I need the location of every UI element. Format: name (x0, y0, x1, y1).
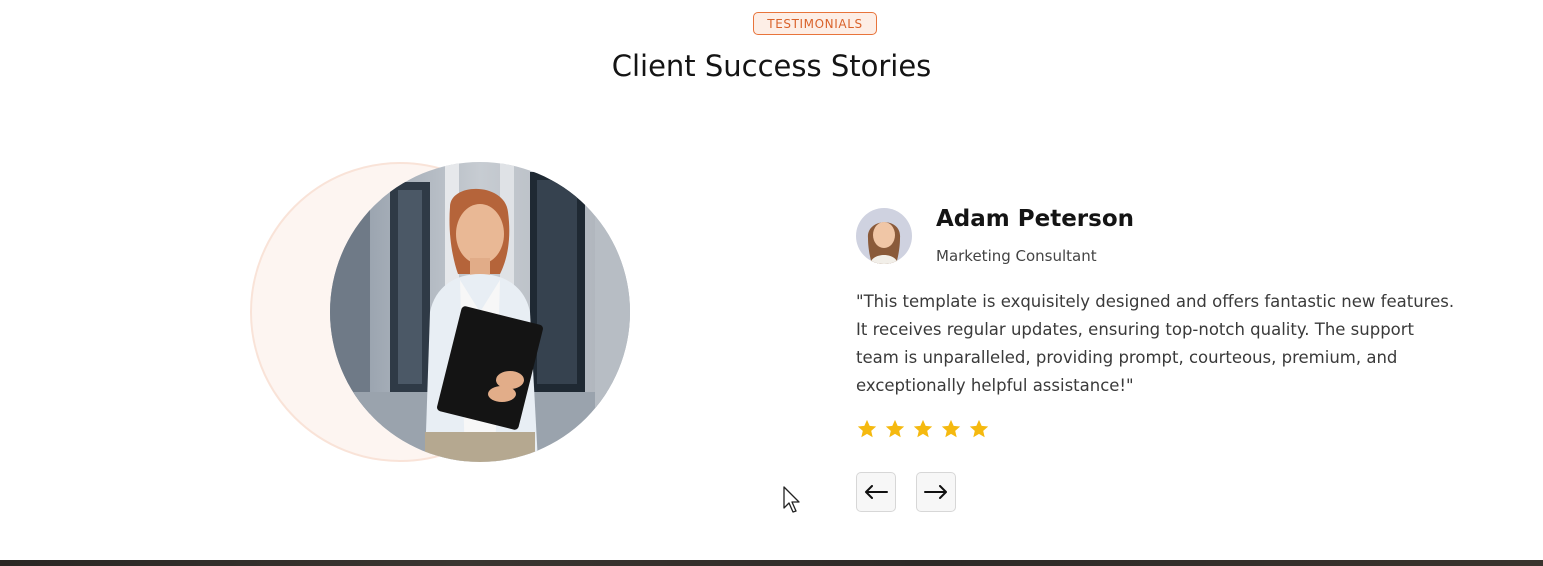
section-title: Client Success Stories (611, 49, 932, 83)
arrow-left-icon (865, 485, 888, 499)
star-icon (857, 419, 877, 438)
testimonial-quote: "This template is exquisitely designed a… (856, 292, 1455, 395)
reviewer-name: Adam Peterson (936, 206, 1135, 232)
reviewer-role: Marketing Consultant (936, 247, 1097, 265)
next-button[interactable] (916, 472, 956, 512)
previous-button[interactable] (856, 472, 896, 512)
star-icon (913, 419, 933, 438)
section-badge: TESTIMONIALS (753, 12, 877, 35)
next-section-edge (0, 560, 1543, 566)
star-rating (856, 418, 990, 440)
mouse-cursor-icon (783, 486, 800, 513)
star-icon (885, 419, 905, 438)
arrow-right-icon (924, 485, 947, 499)
testimonials-section: TESTIMONIALS Client Success Stories Adam… (0, 0, 1543, 566)
star-icon (941, 419, 961, 438)
featured-photo (330, 162, 630, 462)
avatar (856, 208, 912, 264)
star-icon (969, 419, 989, 438)
